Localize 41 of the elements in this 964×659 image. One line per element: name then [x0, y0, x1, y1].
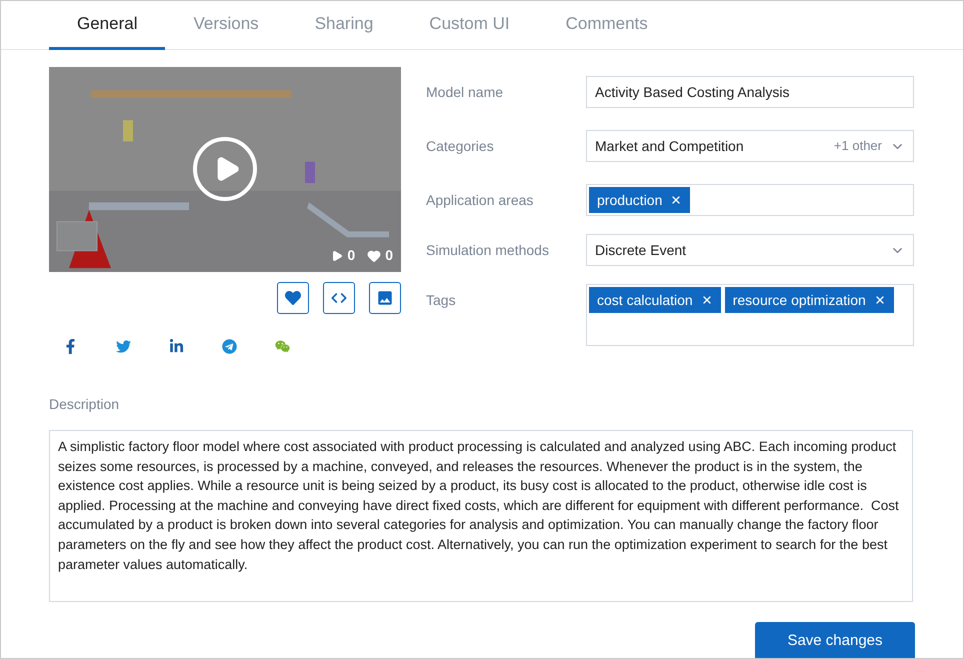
heart-icon	[285, 290, 301, 306]
tag-label: production	[597, 190, 662, 210]
linkedin-icon[interactable]	[169, 339, 184, 354]
paper-plane-icon[interactable]	[222, 339, 237, 354]
field-label: Categories	[426, 137, 495, 156]
tags-field[interactable]: cost calculation resource optimization	[586, 284, 914, 346]
save-button[interactable]: Save changes	[755, 622, 915, 658]
like-count: 0	[385, 246, 393, 265]
remove-icon[interactable]	[670, 194, 682, 206]
dropdown-value: Discrete Event	[595, 240, 688, 260]
text-field[interactable]: Activity Based Costing Analysis	[586, 76, 914, 108]
embed-button[interactable]	[323, 282, 355, 314]
run-count: 0	[347, 246, 356, 265]
dropdown-field[interactable]: Market and Competition +1 other	[586, 130, 914, 162]
play-button[interactable]	[193, 137, 257, 201]
tab[interactable]: General	[49, 1, 166, 50]
extra-count: +1 other	[834, 137, 882, 156]
code-icon	[331, 290, 347, 306]
field-label: Application areas	[426, 191, 534, 210]
description-label: Description	[49, 395, 120, 414]
image-button[interactable]	[369, 282, 401, 314]
dropdown-value: Market and Competition	[595, 136, 745, 156]
tags-field[interactable]: production	[586, 184, 914, 216]
like-button[interactable]	[277, 282, 309, 314]
description-field[interactable]: A simplistic factory floor model where cost associated with product processing is calculated and analyzed using ABC. Each incoming product seizes some resources, is processed by a machine, conveyed, and releases the resources. Whenever the product is in the system, the existence cost applies. While a resource unit is being seized by a product, its busy cost is allocated to the product, otherwise idle cost is applied. Processing at the machine and conveying have direct fixed costs, which are different for equipment with different performance. Cost accumulated by a product is broken down into several categories for analysis and optimization. You can manually change the factory floor parameters on the fly and see how they affect the product cost. Alternatively, you can run the optimization experiment to search for the best parameter values automatically.	[49, 430, 913, 602]
remove-icon[interactable]	[700, 294, 713, 306]
image-icon	[376, 289, 394, 307]
bird-icon[interactable]	[116, 339, 131, 354]
tab[interactable]: Sharing	[286, 1, 402, 50]
remove-icon[interactable]	[874, 294, 886, 306]
field-label: Tags	[426, 291, 457, 310]
play-icon	[331, 248, 344, 262]
tab[interactable]: Versions	[165, 1, 287, 50]
field-label: Simulation methods	[426, 241, 550, 260]
tag-label: resource optimization	[732, 290, 866, 310]
tag-label: cost calculation	[597, 290, 693, 310]
field-label: Model name	[426, 83, 504, 102]
tab[interactable]: Custom UI	[401, 1, 538, 50]
tab[interactable]: Comments	[538, 1, 676, 50]
dropdown-field[interactable]: Discrete Event	[586, 234, 914, 266]
heart-icon	[367, 248, 382, 262]
